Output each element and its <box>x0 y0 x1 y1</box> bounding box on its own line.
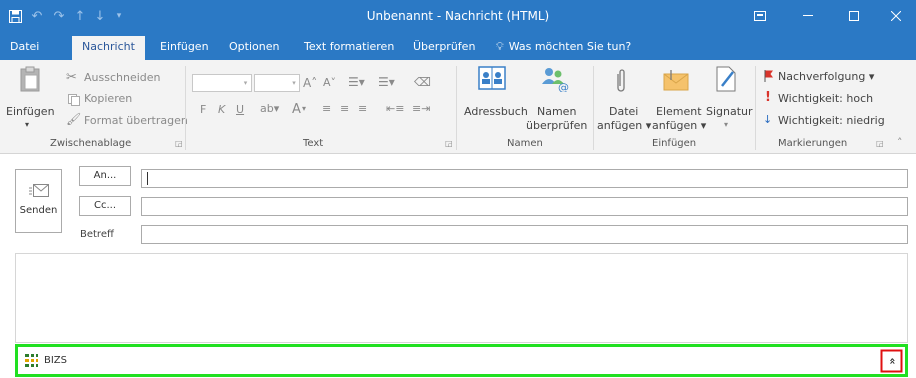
addin-icon[interactable] <box>25 354 38 370</box>
paste-button[interactable]: Einfügen <box>6 105 55 118</box>
send-button-label: Senden <box>19 205 58 216</box>
cc-button[interactable]: Cc... <box>79 196 131 216</box>
paperclip-icon <box>614 68 628 97</box>
importance-high-button[interactable]: Wichtigkeit: hoch <box>778 92 873 105</box>
attach-item-button[interactable]: Element <box>656 105 702 118</box>
attach-file-button[interactable]: Datei <box>609 105 638 118</box>
expand-addin-icon[interactable]: » <box>880 349 903 373</box>
to-button[interactable]: An... <box>79 166 131 186</box>
group-divider <box>185 66 186 150</box>
align-center-icon[interactable]: ≡ <box>340 102 349 115</box>
tab-datei[interactable]: Datei <box>10 40 39 53</box>
tab-ueberpruefen[interactable]: Überprüfen <box>413 40 475 53</box>
compose-area: Senden An... Cc... Betreff BIZS » <box>0 155 916 378</box>
clipboard-group-label: Zwischenablage <box>50 138 132 149</box>
shrink-font-icon[interactable]: A˅ <box>323 76 336 89</box>
check-names-button[interactable]: Namen <box>537 105 576 118</box>
group-divider <box>755 66 756 150</box>
minimize-icon[interactable] <box>788 0 828 32</box>
highlight-color-icon[interactable]: ab▾ <box>260 102 279 115</box>
signature-icon <box>714 66 738 95</box>
ribbon-tabs: Datei Nachricht Einfügen Optionen Text f… <box>0 32 916 60</box>
insert-group-label: Einfügen <box>652 138 697 149</box>
font-color-dropdown-icon[interactable]: ▾ <box>302 104 306 113</box>
align-right-icon[interactable]: ≡ <box>358 102 367 115</box>
tab-text-formatieren[interactable]: Text formatieren <box>304 40 394 53</box>
exclamation-icon: ! <box>765 90 771 105</box>
svg-text:@: @ <box>558 81 569 92</box>
format-painter-icon: 🖌︎ <box>66 112 82 126</box>
scissors-icon: ✂ <box>66 70 77 85</box>
dialog-launcher-icon[interactable]: ◲ <box>876 139 884 148</box>
send-button[interactable]: Senden <box>15 169 62 233</box>
tab-einfuegen[interactable]: Einfügen <box>160 40 209 53</box>
address-book-button[interactable]: Adressbuch <box>464 105 528 118</box>
clear-formatting-icon[interactable]: ⌫ <box>414 75 431 89</box>
paste-icon[interactable] <box>19 66 41 95</box>
bullets-icon[interactable]: ☰▾ <box>348 75 365 89</box>
align-left-icon[interactable]: ≡ <box>322 102 331 115</box>
ribbon-display-icon[interactable] <box>740 0 780 32</box>
to-field[interactable] <box>141 169 908 188</box>
tell-me-label: Was möchten Sie tun? <box>508 40 632 53</box>
title-bar: ↶ ↷ ↑ ↓ ▾ Unbenannt - Nachricht (HTML) <box>0 0 916 32</box>
follow-up-button[interactable]: Nachverfolgung ▾ <box>778 70 874 83</box>
dialog-launcher-icon[interactable]: ◲ <box>175 139 183 148</box>
text-cursor <box>147 172 148 185</box>
attach-item-button-line2[interactable]: anfügen ▾ <box>652 119 706 132</box>
names-group-label: Namen <box>507 138 543 149</box>
bold-button[interactable]: F <box>200 103 206 116</box>
format-painter-button[interactable]: Format übertragen <box>84 114 188 127</box>
font-color-button[interactable]: A <box>292 102 301 117</box>
underline-button[interactable]: U <box>236 103 244 116</box>
copy-button[interactable]: Kopieren <box>84 92 132 105</box>
attach-item-icon <box>662 68 690 95</box>
decrease-indent-icon[interactable]: ⇤≡ <box>386 102 404 115</box>
subject-field[interactable] <box>141 225 908 244</box>
font-size-dropdown-icon[interactable]: ▾ <box>289 74 300 92</box>
lightbulb-icon: 💡︎ <box>496 40 504 53</box>
addin-bar: BIZS » <box>15 344 908 377</box>
tell-me-search[interactable]: 💡︎ Was möchten Sie tun? <box>496 40 631 54</box>
italic-button[interactable]: K <box>218 103 225 116</box>
increase-indent-icon[interactable]: ≡⇥ <box>412 102 430 115</box>
tags-group-label: Markierungen <box>778 138 848 149</box>
cut-button[interactable]: Ausschneiden <box>84 71 161 84</box>
font-name-dropdown-icon[interactable]: ▾ <box>240 74 252 92</box>
address-book-icon <box>478 66 506 93</box>
cc-field[interactable] <box>141 197 908 216</box>
flag-icon <box>764 70 774 85</box>
ribbon: Einfügen ▾ ✂ Ausschneiden Kopieren 🖌︎ Fo… <box>0 60 916 154</box>
close-icon[interactable] <box>876 0 916 32</box>
paste-dropdown-icon[interactable]: ▾ <box>25 120 29 129</box>
group-divider <box>456 66 457 150</box>
signature-button[interactable]: Signatur <box>706 105 753 118</box>
copy-icon <box>68 94 80 109</box>
collapse-ribbon-icon[interactable]: ˄ <box>897 136 903 149</box>
grow-font-icon[interactable]: A˄ <box>303 76 317 90</box>
maximize-icon[interactable] <box>834 0 874 32</box>
tab-optionen[interactable]: Optionen <box>229 40 279 53</box>
check-names-icon: @ <box>540 66 570 95</box>
addin-name: BIZS <box>44 355 68 366</box>
check-names-button-line2[interactable]: überprüfen <box>526 119 587 132</box>
tab-nachricht[interactable]: Nachricht <box>72 36 145 60</box>
importance-low-button[interactable]: Wichtigkeit: niedrig <box>778 114 885 127</box>
send-icon <box>16 184 61 201</box>
signature-dropdown-icon[interactable]: ▾ <box>724 120 728 129</box>
attach-file-button-line2[interactable]: anfügen ▾ <box>597 119 651 132</box>
down-arrow-icon: ↓ <box>763 113 773 126</box>
message-body[interactable] <box>15 253 908 343</box>
dialog-launcher-icon[interactable]: ◲ <box>445 139 453 148</box>
text-group-label: Text <box>303 138 324 149</box>
subject-label: Betreff <box>80 229 114 240</box>
numbering-icon[interactable]: ☰▾ <box>378 75 395 89</box>
group-divider <box>593 66 594 150</box>
